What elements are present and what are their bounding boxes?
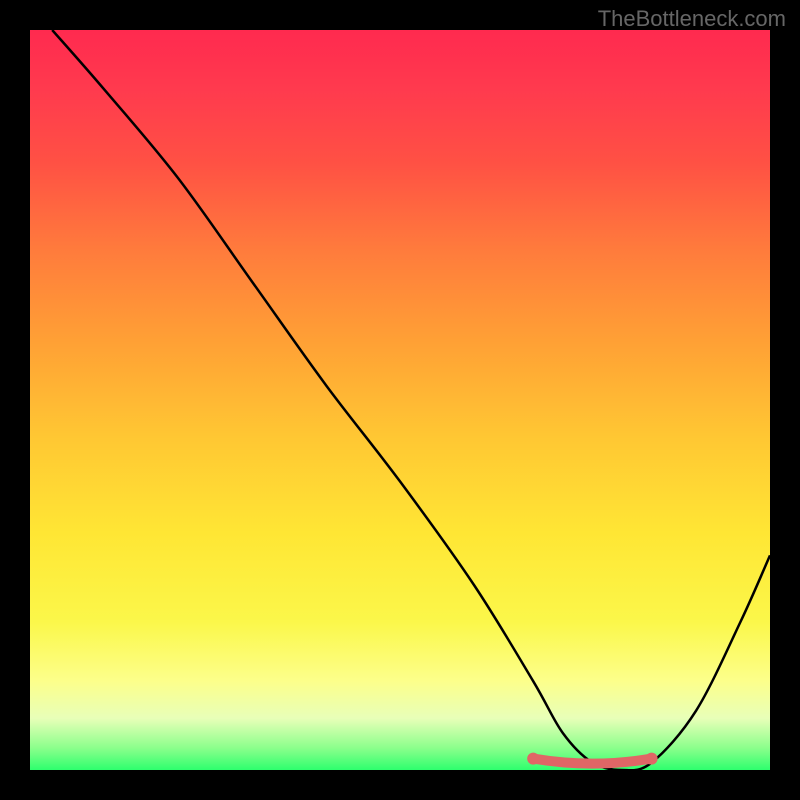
optimal-marker-start — [527, 753, 539, 765]
chart-plot-area — [30, 30, 770, 770]
chart-svg — [30, 30, 770, 770]
bottleneck-curve — [52, 30, 770, 770]
watermark-text: TheBottleneck.com — [598, 6, 786, 32]
optimal-marker-end — [646, 753, 658, 765]
optimal-range-marker — [533, 759, 651, 764]
